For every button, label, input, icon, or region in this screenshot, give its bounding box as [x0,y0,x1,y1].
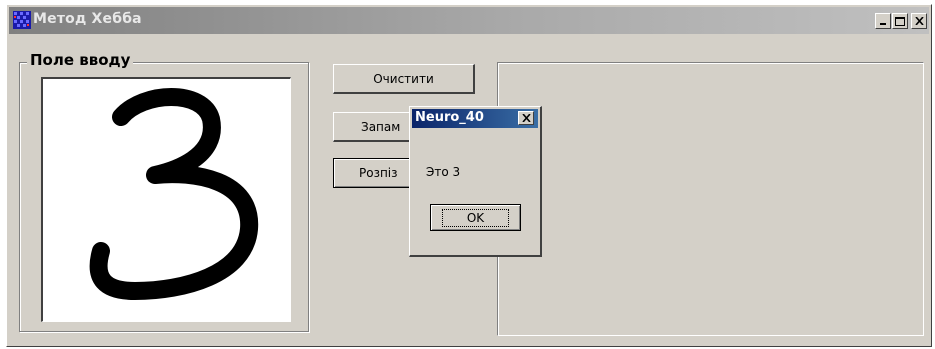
minimize-icon [880,23,886,25]
maximize-icon [895,16,905,26]
ok-button-label: OK [441,208,510,227]
close-icon [521,114,531,122]
output-panel [497,62,924,336]
message-dialog: Neuro_40 Это 3 OK [409,106,542,257]
minimize-button[interactable] [875,13,891,29]
dialog-message: Это 3 [426,165,461,179]
dialog-close-button[interactable] [518,111,534,125]
maximize-button[interactable] [892,13,908,29]
drawing-canvas[interactable] [41,77,291,322]
dialog-titlebar[interactable]: Neuro_40 [412,109,538,128]
window-title: Метод Хебба [33,11,142,27]
dialog-title: Neuro_40 [415,110,484,125]
close-button[interactable] [911,13,927,29]
app-grid-icon [13,11,31,29]
window-titlebar[interactable]: Метод Хебба [9,7,929,34]
close-icon [914,17,924,25]
clear-button[interactable]: Очистити [333,64,475,94]
input-group-label: Поле вводу [27,51,134,69]
handwritten-digit-three-icon [89,88,259,300]
ok-button[interactable]: OK [430,204,521,231]
